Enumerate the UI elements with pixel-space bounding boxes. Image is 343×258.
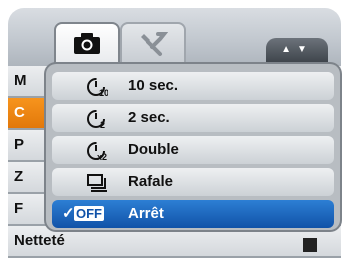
menu-item-label: Z	[14, 168, 24, 185]
menu-item-label: Netteté	[14, 232, 65, 249]
off-icon: OFF	[74, 206, 104, 221]
menu-item-label: C	[14, 104, 25, 121]
option-label: 10 sec.	[128, 77, 179, 94]
menu-item-label: F	[14, 200, 24, 217]
burst-icon	[87, 174, 107, 192]
tab-setup[interactable]	[120, 22, 186, 64]
menu-item-sharpness[interactable]: Netteté	[8, 226, 341, 258]
option-label: Arrêt	[128, 205, 164, 222]
camera-icon	[74, 33, 100, 54]
menu-item-label: M	[14, 72, 27, 89]
svg-text:2: 2	[100, 120, 105, 129]
svg-text:x2: x2	[97, 152, 107, 161]
self-timer-2-icon: 2	[87, 110, 105, 129]
tab-camera[interactable]	[54, 22, 120, 64]
camera-menu-screen: ▲▼ M C P Z F Netteté 10 10 sec. 2 2 sec.…	[0, 0, 343, 258]
option-2-sec[interactable]: 2 2 sec.	[52, 104, 334, 132]
svg-text:10: 10	[99, 88, 108, 97]
option-burst[interactable]: Rafale	[52, 168, 334, 196]
wrench-screwdriver-icon	[141, 32, 168, 56]
option-off[interactable]: ✓ OFF Arrêt	[52, 200, 334, 228]
self-timer-double-icon: x2	[87, 142, 107, 161]
self-timer-10-icon: 10	[87, 78, 108, 97]
menu-item-label: P	[14, 136, 25, 153]
option-label: 2 sec.	[128, 109, 170, 126]
scroll-arrows[interactable]: ▲▼	[266, 38, 328, 62]
option-double[interactable]: x2 Double	[52, 136, 334, 164]
self-timer-submenu: 10 10 sec. 2 2 sec. x2 Double Rafale ✓ O…	[46, 64, 340, 230]
sharpness-indicator-icon	[303, 238, 317, 252]
option-label: Rafale	[128, 173, 174, 190]
option-label: Double	[128, 141, 179, 158]
menu-tab-bar: ▲▼	[8, 8, 341, 66]
check-icon: ✓	[62, 205, 75, 222]
option-10-sec[interactable]: 10 10 sec.	[52, 72, 334, 100]
